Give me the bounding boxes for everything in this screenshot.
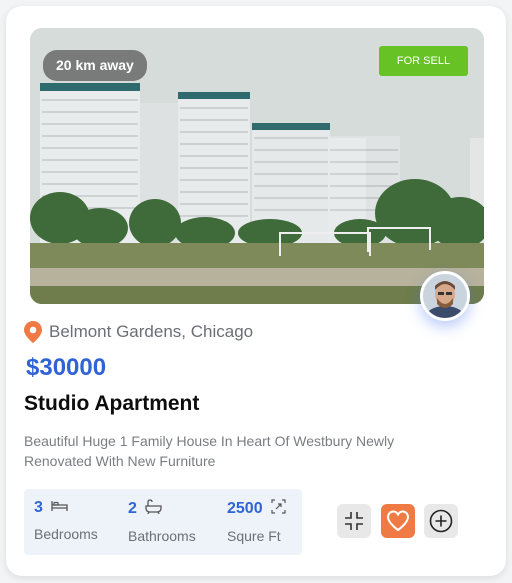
property-card[interactable]: 20 km away FOR SELL Belmont Gardens, Chi… (6, 6, 506, 576)
status-badge: FOR SELL (379, 46, 468, 76)
price: $30000 (26, 354, 107, 381)
spec-bedrooms: 3 Bedrooms (34, 499, 98, 542)
agent-avatar[interactable] (420, 271, 470, 321)
spec-area: 2500 Squre Ft (227, 499, 286, 544)
bed-icon (51, 499, 69, 517)
area-label: Squre Ft (227, 528, 281, 544)
bathrooms-count: 2 (128, 500, 137, 517)
bedrooms-count: 3 (34, 499, 43, 516)
bedrooms-label: Bedrooms (34, 526, 98, 543)
area-icon (271, 499, 286, 519)
location-text: Belmont Gardens, Chicago (49, 322, 254, 341)
favorite-button[interactable] (381, 504, 415, 538)
location: Belmont Gardens, Chicago (24, 320, 253, 344)
plus-circle-icon (429, 509, 453, 533)
heart-icon (386, 510, 410, 532)
specs-panel: 3 Bedrooms 2 Bathrooms 2500 Squre Ft (24, 489, 302, 555)
avatar-image (423, 274, 467, 318)
bathrooms-label: Bathrooms (128, 528, 196, 544)
property-description: Beautiful Huge 1 Family House In Heart O… (24, 433, 395, 469)
add-button[interactable] (424, 504, 458, 538)
distance-badge: 20 km away (43, 50, 147, 81)
location-pin-icon (24, 321, 42, 343)
area-value: 2500 (227, 500, 263, 517)
spec-bathrooms: 2 Bathrooms (128, 499, 196, 544)
compare-button[interactable] (337, 504, 371, 538)
bathtub-icon (145, 499, 163, 519)
compare-icon (345, 512, 363, 530)
property-title[interactable]: Studio Apartment (24, 392, 199, 416)
